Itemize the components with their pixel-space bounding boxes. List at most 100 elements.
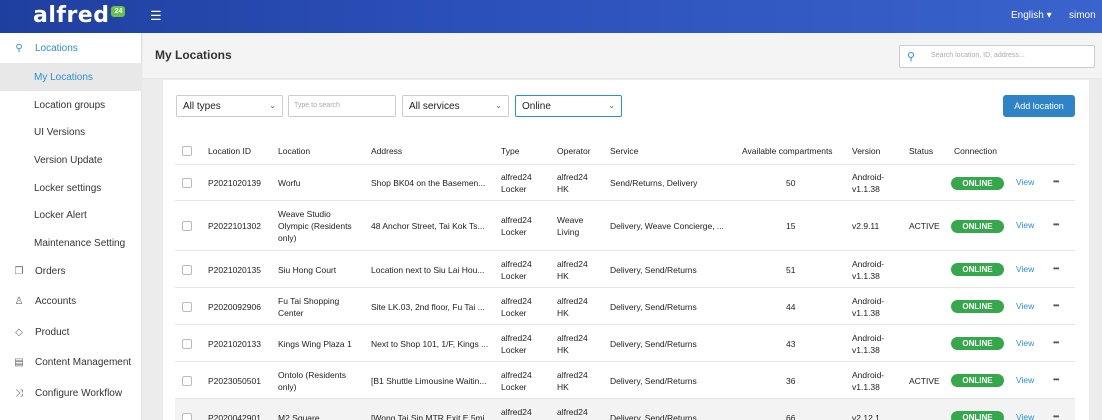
cell-operator-line: alfred24 xyxy=(557,172,588,182)
column-header-address[interactable]: Address xyxy=(371,146,402,156)
sidebar-item-label: Locker Alert xyxy=(34,209,87,221)
search-icon: ⚲ xyxy=(907,51,916,63)
more-options-icon[interactable]: ••• xyxy=(1053,412,1059,420)
cell-location-id: P2021020133 xyxy=(208,338,261,349)
cell-compartments: 43 xyxy=(786,338,796,349)
row-checkbox[interactable] xyxy=(182,301,192,312)
column-header-service[interactable]: Service xyxy=(610,146,638,156)
cell-compartments: 66 xyxy=(786,412,796,420)
sidebar-item-content-management[interactable]: ▤ Content Management xyxy=(0,348,142,376)
cell-operator-line: HK xyxy=(557,184,569,194)
logo[interactable]: alfred 24 xyxy=(33,4,126,28)
more-options-icon[interactable]: ••• xyxy=(1053,375,1059,384)
cell-location-line: Worfu xyxy=(278,178,301,188)
view-link[interactable]: View xyxy=(1016,412,1034,420)
connection-filter-value: Online xyxy=(522,101,551,112)
sidebar-item-location-groups[interactable]: Location groups xyxy=(0,91,142,119)
column-header-connection[interactable]: Connection xyxy=(954,146,997,156)
add-location-button[interactable]: Add location xyxy=(1003,95,1075,117)
cell-location-id: P2020042901 xyxy=(208,412,261,420)
column-header-operator[interactable]: Operator xyxy=(557,146,591,156)
cell-version: Android-v1.1.38 xyxy=(852,369,884,393)
sidebar-item-locker-settings[interactable]: Locker settings xyxy=(0,174,142,202)
row-checkbox[interactable] xyxy=(182,338,192,349)
sidebar-item-my-locations[interactable]: My Locations xyxy=(0,63,142,91)
row-checkbox[interactable] xyxy=(182,264,192,275)
cell-type-line: alfred24 xyxy=(501,258,532,269)
language-selector[interactable]: English ▾ xyxy=(1011,10,1052,22)
column-header-location-id[interactable]: Location ID xyxy=(208,146,251,156)
sidebar-item-locations[interactable]: ⚲ Locations xyxy=(0,34,142,62)
hamburger-menu-icon[interactable]: ☰ xyxy=(150,9,162,23)
cell-type-line: alfred24 xyxy=(501,215,532,225)
view-link[interactable]: View xyxy=(1016,301,1034,311)
view-link[interactable]: View xyxy=(1016,177,1034,187)
column-header-version[interactable]: Version xyxy=(852,146,880,156)
sidebar-item-label: Orders xyxy=(35,265,66,277)
sidebar-item-accounts[interactable]: ♙ Accounts xyxy=(0,287,142,315)
cell-address: 48 Anchor Street, Tai Kok Ts... xyxy=(371,221,485,231)
connection-status-badge: ONLINE xyxy=(951,374,1004,387)
chevron-down-icon: ⌄ xyxy=(608,101,615,110)
sidebar-item-locker-alert[interactable]: Locker Alert xyxy=(0,201,142,229)
cell-compartments: 51 xyxy=(786,264,796,275)
row-checkbox[interactable] xyxy=(182,375,192,386)
sidebar-item-configure-workflow[interactable]: ⤨ Configure Workflow xyxy=(0,379,142,407)
cell-operator: alfred24HK xyxy=(557,258,588,282)
more-options-icon[interactable]: ••• xyxy=(1053,220,1059,229)
logo-badge: 24 xyxy=(111,6,126,17)
cell-status: ACTIVE xyxy=(909,221,940,231)
more-options-icon[interactable]: ••• xyxy=(1053,177,1059,186)
sidebar-item-ui-versions[interactable]: UI Versions xyxy=(0,118,142,146)
cell-address: Location next to Siu Lai Hou... xyxy=(371,264,485,275)
cell-version-line: v2.9.11 xyxy=(852,221,880,231)
view-link[interactable]: View xyxy=(1016,375,1034,385)
more-options-icon[interactable]: ••• xyxy=(1053,301,1059,310)
top-bar: alfred 24 ☰ English ▾ simon xyxy=(0,0,1102,33)
cell-type-line: Locker xyxy=(501,227,527,237)
cell-location-line: Center xyxy=(278,307,304,318)
cell-location-id: P2021020139 xyxy=(208,178,261,188)
cell-compartments: 44 xyxy=(786,301,796,312)
cell-operator-line: HK xyxy=(557,270,569,281)
search-input[interactable]: ⚲ Search location, ID, address... xyxy=(899,45,1095,68)
cell-location: Siu Hong Court xyxy=(278,264,336,276)
type-filter-select[interactable]: All types ⌄ xyxy=(176,95,283,117)
sidebar-item-orders[interactable]: ❐ Orders xyxy=(0,257,142,285)
view-link[interactable]: View xyxy=(1016,338,1034,348)
connection-filter-select[interactable]: Online ⌄ xyxy=(515,95,622,117)
sidebar-item-maintenance-setting[interactable]: Maintenance Setting xyxy=(0,229,142,257)
service-filter-select[interactable]: All services ⌄ xyxy=(402,95,509,117)
cell-version-line: Android- xyxy=(852,369,885,380)
cell-location-line: only) xyxy=(278,233,297,243)
view-link[interactable]: View xyxy=(1016,264,1034,274)
cell-operator: alfred24HK xyxy=(557,369,588,393)
cell-version-line: v1.1.38 xyxy=(852,381,880,392)
column-header-status[interactable]: Status xyxy=(909,146,933,156)
row-checkbox[interactable] xyxy=(182,412,192,420)
view-link[interactable]: View xyxy=(1016,220,1034,230)
cell-operator-line: Weave xyxy=(557,215,584,225)
cell-type-line: Locker xyxy=(501,307,527,318)
location-search-placeholder: Type to search xyxy=(294,102,340,109)
cell-version-line: v1.1.38 xyxy=(852,184,880,194)
sidebar-item-version-update[interactable]: Version Update xyxy=(0,146,142,174)
more-options-icon[interactable]: ••• xyxy=(1053,338,1059,347)
cell-service: Delivery, Send/Returns xyxy=(610,338,697,349)
row-checkbox[interactable] xyxy=(182,221,192,231)
row-checkbox[interactable] xyxy=(182,178,192,188)
sidebar-item-product[interactable]: ◇ Product xyxy=(0,318,142,346)
chevron-down-icon: ⌄ xyxy=(495,101,502,110)
select-all-checkbox[interactable] xyxy=(182,146,192,156)
user-menu[interactable]: simon xyxy=(1069,10,1096,22)
column-header-location[interactable]: Location xyxy=(278,146,310,156)
connection-status-badge: ONLINE xyxy=(951,219,1004,233)
column-header-available-compartments[interactable]: Available compartments xyxy=(742,146,833,156)
page-header: My Locations ⚲ Search location, ID, addr… xyxy=(143,33,1102,79)
sidebar-item-label: Locations xyxy=(35,42,78,54)
column-header-type[interactable]: Type xyxy=(501,146,519,156)
more-options-icon[interactable]: ••• xyxy=(1053,264,1059,273)
connection-status-badge: ONLINE xyxy=(951,263,1004,276)
cell-operator-line: alfred24 xyxy=(557,406,588,417)
location-search-input[interactable]: Type to search xyxy=(288,95,396,117)
